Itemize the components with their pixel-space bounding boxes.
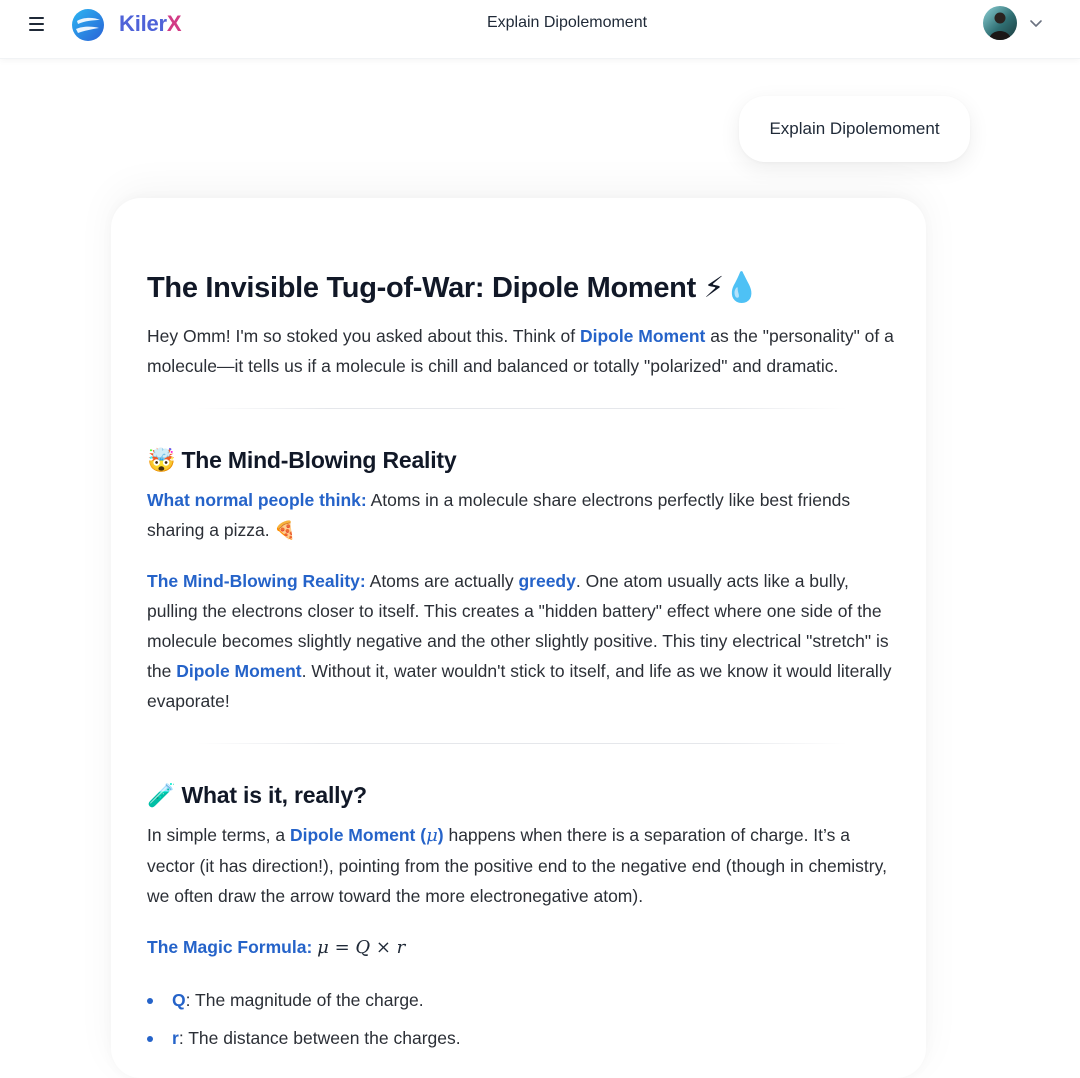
page-title: Explain Dipolemoment bbox=[486, 14, 648, 31]
intro-highlight: Dipole Moment bbox=[579, 326, 706, 346]
list-item: Q: The magnitude of the charge. bbox=[147, 985, 897, 1015]
section-heading-reality: 🤯 The Mind-Blowing Reality bbox=[147, 444, 897, 476]
section-divider bbox=[197, 743, 847, 744]
list-item: r: The distance between the charges. bbox=[147, 1023, 897, 1053]
bullet-icon bbox=[147, 998, 153, 1004]
section-divider bbox=[197, 408, 847, 409]
user-message-bubble: Explain Dipolemoment bbox=[739, 96, 970, 162]
definition-text-1: In simple terms, a bbox=[147, 825, 290, 845]
normal-people-label: What normal people think: bbox=[147, 490, 367, 510]
variable-description: : The magnitude of the charge. bbox=[185, 990, 424, 1010]
response-content: The Invisible Tug-of-War: Dipole Moment … bbox=[147, 266, 897, 1061]
definition-paragraph: In simple terms, a Dipole Moment (μ) hap… bbox=[147, 820, 897, 911]
section-heading-text: What is it, really? bbox=[181, 782, 367, 808]
reality-text-1: Atoms are actually bbox=[365, 571, 519, 591]
bullet-icon bbox=[147, 1036, 153, 1042]
variable-term: Q bbox=[172, 990, 186, 1010]
reality-paragraph: The Mind-Blowing Reality: Atoms are actu… bbox=[147, 566, 897, 716]
dipole-moment-highlight: Dipole Moment ( bbox=[289, 825, 427, 845]
avatar[interactable] bbox=[983, 6, 1017, 40]
mu-symbol: μ bbox=[426, 825, 438, 846]
mind-blown-icon: 🤯 bbox=[147, 447, 176, 473]
section-heading-text: The Mind-Blowing Reality bbox=[181, 447, 457, 473]
top-bar: KilerX Explain Dipolemoment bbox=[0, 0, 1080, 59]
normal-people-paragraph: What normal people think: Atoms in a mol… bbox=[147, 485, 897, 545]
greedy-highlight: greedy bbox=[518, 571, 576, 591]
section-heading-what-is-it: 🧪 What is it, really? bbox=[147, 779, 897, 811]
avatar-image bbox=[983, 6, 1017, 40]
intro-text-start: Hey Omm! I'm so stoked you asked about t… bbox=[147, 326, 580, 346]
formula-variables-list: Q: The magnitude of the charge. r: The d… bbox=[147, 985, 897, 1053]
test-tube-icon: 🧪 bbox=[147, 782, 176, 808]
formula-math: μ = Q × r bbox=[317, 937, 406, 958]
chevron-down-icon[interactable] bbox=[1028, 15, 1044, 31]
variable-description: : The distance between the charges. bbox=[178, 1028, 461, 1048]
response-title: The Invisible Tug-of-War: Dipole Moment … bbox=[147, 272, 760, 304]
intro-paragraph: Hey Omm! I'm so stoked you asked about t… bbox=[147, 321, 897, 381]
formula-paragraph: The Magic Formula: μ = Q × r bbox=[147, 932, 897, 963]
variable-term: r bbox=[172, 1028, 179, 1048]
dipole-moment-highlight: Dipole Moment bbox=[176, 661, 302, 681]
formula-label: The Magic Formula: bbox=[147, 937, 313, 957]
reality-label: The Mind-Blowing Reality: bbox=[147, 571, 366, 591]
